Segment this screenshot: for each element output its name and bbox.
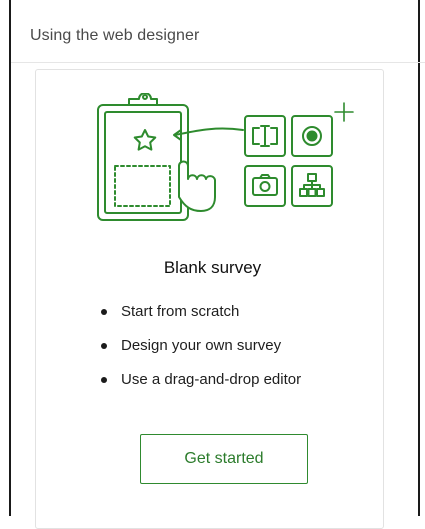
list-item: Use a drag-and-drop editor: [101, 369, 301, 403]
plus-icon: [334, 102, 354, 122]
camera-icon: [244, 165, 286, 207]
bullet-icon: [101, 343, 107, 349]
card-title: Blank survey: [163, 258, 262, 277]
radio-button-icon: [291, 115, 333, 157]
feature-text: Use a drag-and-drop editor: [121, 371, 302, 388]
arrow-icon: [173, 127, 244, 141]
clipboard-icon: [97, 93, 189, 221]
panel-title: Using the web designer: [30, 27, 200, 44]
blank-survey-illustration: [97, 93, 354, 221]
get-started-button[interactable]: Get started: [140, 434, 308, 484]
feature-text: Start from scratch: [121, 303, 240, 320]
list-item: Start from scratch: [101, 301, 301, 335]
hand-pointer-icon: [178, 160, 216, 212]
bullet-icon: [101, 309, 107, 315]
text-field-icon: [244, 115, 286, 157]
list-item: Design your own survey: [101, 335, 301, 369]
star-icon: [133, 129, 157, 151]
hierarchy-icon: [291, 165, 333, 207]
bullet-icon: [101, 377, 107, 383]
feature-list: Start from scratch Design your own surve…: [101, 301, 301, 403]
feature-text: Design your own survey: [121, 337, 282, 354]
header-divider: [11, 62, 425, 63]
